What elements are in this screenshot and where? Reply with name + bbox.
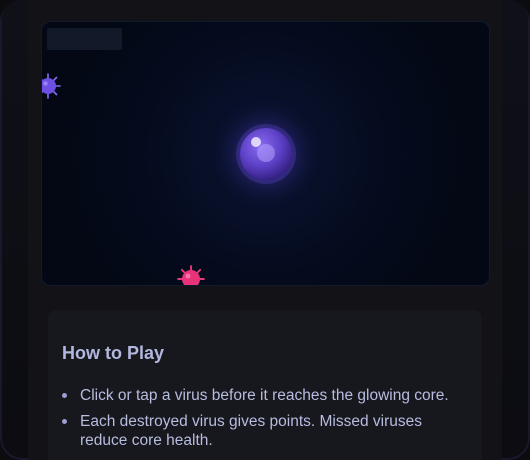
instruction-item: Click or tap a virus before it reaches t… — [62, 386, 472, 405]
score-display — [47, 28, 122, 50]
game-canvas[interactable] — [41, 21, 490, 286]
purple-virus[interactable] — [41, 72, 62, 100]
instruction-item: Each destroyed virus gives points. Misse… — [62, 412, 472, 450]
how-to-play-card: How to Play Click or tap a virus before … — [48, 310, 482, 460]
core-inner-glow — [257, 144, 275, 162]
pink-virus[interactable] — [176, 264, 206, 286]
app-window: How to Play Click or tap a virus before … — [0, 0, 530, 460]
glowing-core — [240, 128, 292, 180]
instructions-list: Click or tap a virus before it reaches t… — [62, 386, 472, 457]
how-to-play-title: How to Play — [62, 343, 165, 363]
